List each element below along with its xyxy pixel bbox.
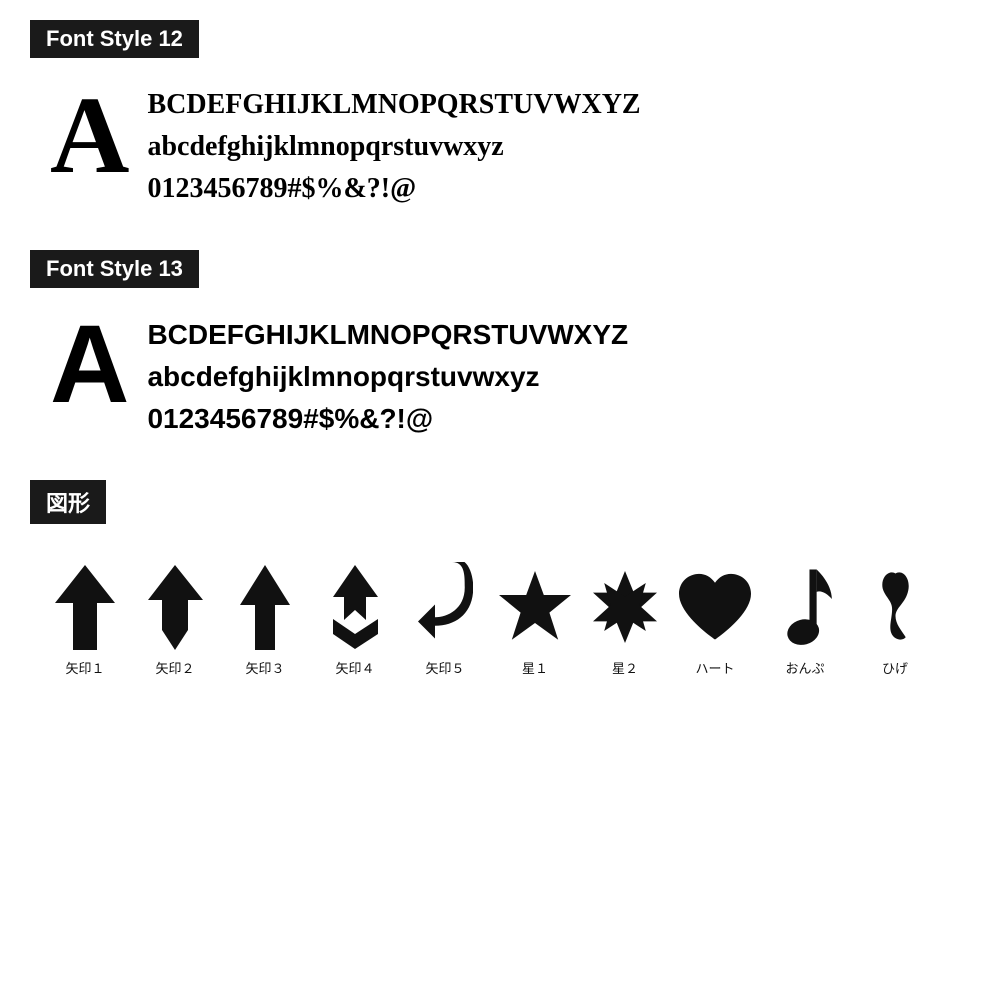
arrow4-icon	[315, 562, 395, 652]
arrow2-label: 矢印２	[155, 658, 194, 677]
font-style-12-line-1: BCDEFGHIJKLMNOPQRSTUVWXYZ	[147, 84, 640, 126]
shape-arrow5: 矢印５	[400, 562, 490, 677]
star2-icon	[585, 562, 665, 652]
shape-arrow3: 矢印３	[220, 562, 310, 677]
font-style-12-line-2: abcdefghijklmnopqrstuvwxyz	[147, 126, 640, 168]
shapes-grid: 矢印１ 矢印２ 矢印３	[30, 562, 970, 677]
arrow3-label: 矢印３	[245, 658, 284, 677]
shape-music: おんぷ	[760, 562, 850, 677]
font-style-13-line-1: BCDEFGHIJKLMNOPQRSTUVWXYZ	[147, 314, 628, 356]
arrow5-label: 矢印５	[425, 658, 464, 677]
heart-label: ハート	[695, 658, 734, 677]
shape-mustache: ひげ	[850, 562, 940, 677]
shape-arrow2: 矢印２	[130, 562, 220, 677]
font-style-12-big-letter: A	[50, 80, 129, 190]
page: Font Style 12 A BCDEFGHIJKLMNOPQRSTUVWXY…	[0, 0, 1000, 727]
shape-star1: 星１	[490, 562, 580, 677]
mustache-label: ひげ	[882, 658, 908, 677]
star1-label: 星１	[522, 658, 548, 677]
font-style-13-chars: BCDEFGHIJKLMNOPQRSTUVWXYZ abcdefghijklmn…	[147, 306, 628, 440]
font-style-12-header: Font Style 12	[30, 20, 199, 58]
heart-icon	[675, 562, 755, 652]
font-style-13-line-2: abcdefghijklmnopqrstuvwxyz	[147, 356, 628, 398]
font-style-13-big-letter: A	[50, 310, 129, 420]
font-style-12-demo: A BCDEFGHIJKLMNOPQRSTUVWXYZ abcdefghijkl…	[30, 76, 970, 210]
shapes-header: 図形	[30, 480, 106, 524]
font-style-13-line-3: 0123456789#$%&?!@	[147, 398, 628, 440]
font-style-12-chars: BCDEFGHIJKLMNOPQRSTUVWXYZ abcdefghijklmn…	[147, 76, 640, 210]
music-label: おんぷ	[785, 658, 824, 677]
shape-arrow4: 矢印４	[310, 562, 400, 677]
arrow5-icon	[405, 562, 485, 652]
arrow4-label: 矢印４	[335, 658, 374, 677]
font-style-12-line-3: 0123456789#$%&?!@	[147, 168, 640, 210]
font-style-13-header: Font Style 13	[30, 250, 199, 288]
font-style-12-section: Font Style 12 A BCDEFGHIJKLMNOPQRSTUVWXY…	[30, 20, 970, 210]
arrow1-icon	[45, 562, 125, 652]
shape-arrow1: 矢印１	[40, 562, 130, 677]
shapes-section: 図形 矢印１ 矢印２	[30, 480, 970, 677]
arrow2-icon	[135, 562, 215, 652]
arrow1-label: 矢印１	[65, 658, 104, 677]
font-style-13-demo: A BCDEFGHIJKLMNOPQRSTUVWXYZ abcdefghijkl…	[30, 306, 970, 440]
shape-star2: 星２	[580, 562, 670, 677]
star1-icon	[495, 562, 575, 652]
star2-label: 星２	[612, 658, 638, 677]
arrow3-icon	[225, 562, 305, 652]
mustache-icon	[855, 562, 935, 652]
music-icon	[765, 562, 845, 652]
shape-heart: ハート	[670, 562, 760, 677]
font-style-13-section: Font Style 13 A BCDEFGHIJKLMNOPQRSTUVWXY…	[30, 250, 970, 440]
